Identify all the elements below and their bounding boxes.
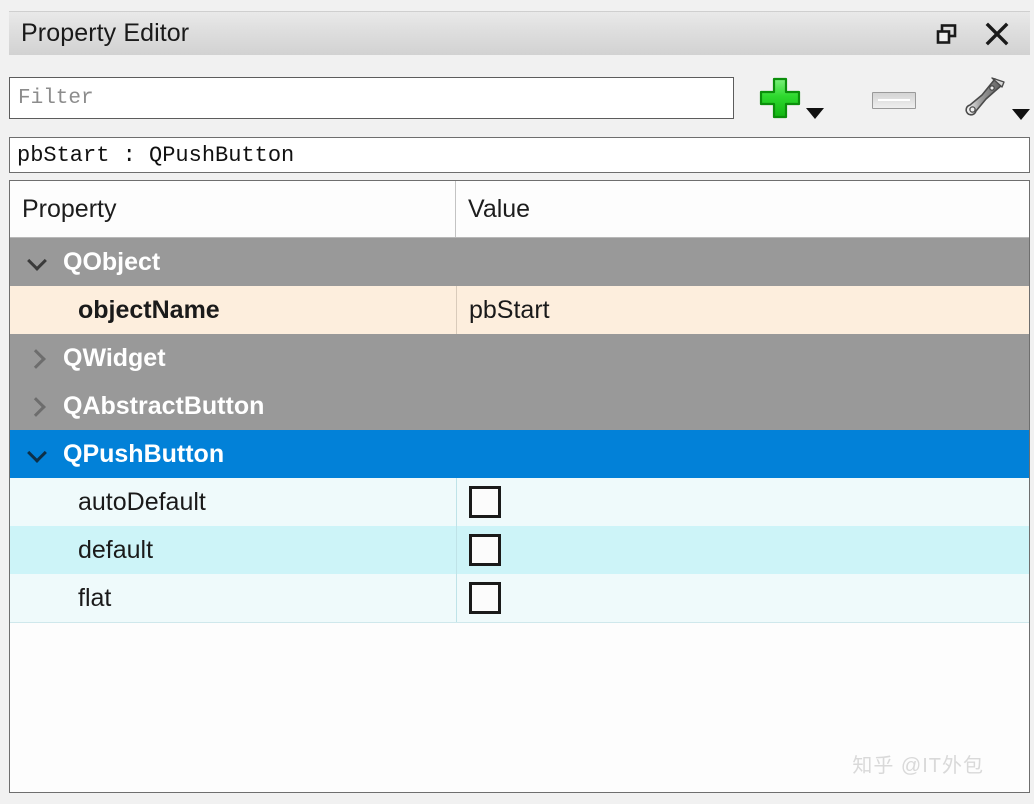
table-row[interactable]: objectName pbStart: [10, 286, 1029, 334]
property-value-cell: [456, 526, 1029, 574]
float-restore-icon: [936, 23, 957, 44]
property-name-cell: objectName: [78, 295, 220, 324]
property-name-cell: flat: [78, 583, 112, 612]
table-row[interactable]: flat: [10, 574, 1029, 622]
tree-header: Property Value: [10, 181, 1029, 238]
window-titlebar: Property Editor: [9, 11, 1030, 55]
chevron-down-icon[interactable]: [28, 253, 46, 271]
tree-group-row-qobject[interactable]: QObject: [10, 238, 1029, 286]
wrench-icon: [965, 77, 1005, 116]
group-label: QPushButton: [63, 439, 225, 468]
chevron-right-icon[interactable]: [28, 397, 46, 415]
checkbox-flat[interactable]: [469, 582, 501, 614]
column-header-property[interactable]: Property: [10, 181, 456, 237]
filter-input[interactable]: [9, 77, 735, 119]
property-value-cell[interactable]: pbStart: [456, 286, 1029, 334]
tree-group-row-qabstractbutton[interactable]: QAbstractButton: [10, 382, 1029, 430]
watermark: 知乎 @IT外包: [852, 755, 984, 777]
close-window-button[interactable]: [980, 17, 1014, 51]
plus-icon: [760, 77, 801, 119]
group-label-cell: QObject: [10, 238, 456, 286]
float-window-button[interactable]: [930, 17, 964, 51]
tree-group-row-qwidget[interactable]: QWidget: [10, 334, 1029, 382]
tree-group-row-qpushbutton[interactable]: QPushButton: [10, 430, 1029, 478]
group-value-cell: [456, 238, 1029, 286]
checkbox-default[interactable]: [469, 534, 501, 566]
table-row[interactable]: default: [10, 526, 1029, 574]
chevron-down-icon[interactable]: [28, 445, 46, 463]
table-row[interactable]: autoDefault: [10, 478, 1029, 526]
group-label: QWidget: [63, 343, 166, 372]
property-editor-window: Property Editor Filter pbStart: QPushBu…: [0, 0, 1034, 804]
group-label: QAbstractButton: [63, 391, 265, 420]
object-selector[interactable]: pbStart : QPushButton: [9, 137, 1030, 173]
chevron-right-icon[interactable]: [28, 349, 46, 367]
group-label: QObject: [63, 247, 161, 276]
add-property-button[interactable]: [756, 74, 825, 122]
page-title: Property Editor: [21, 19, 190, 47]
configure-button[interactable]: [962, 73, 1030, 123]
tree-body: QObject objectName pbStart QWidget QAbst…: [10, 238, 1029, 792]
property-value-cell: [456, 574, 1029, 622]
group-value-cell: [456, 334, 1029, 382]
close-icon: [985, 22, 1009, 45]
group-label-cell: QPushButton: [10, 430, 456, 478]
add-dropdown-arrow-icon[interactable]: [806, 108, 825, 119]
property-value-cell: [456, 478, 1029, 526]
checkbox-autodefault[interactable]: [469, 486, 501, 518]
group-label-cell: QWidget: [10, 334, 456, 382]
configure-dropdown-arrow-icon[interactable]: [1012, 109, 1030, 120]
remove-property-button[interactable]: [872, 91, 916, 109]
column-header-value[interactable]: Value: [456, 181, 1029, 237]
property-name-cell: default: [78, 535, 154, 564]
property-name-cell: autoDefault: [78, 487, 206, 516]
group-value-cell: [456, 382, 1029, 430]
group-label-cell: QAbstractButton: [10, 382, 456, 430]
editor-toolbar: [9, 72, 1030, 124]
property-tree: Property Value QObject objectName pbStar…: [9, 180, 1030, 793]
titlebar-button-group: [930, 17, 1030, 51]
group-value-cell: [456, 430, 1029, 478]
